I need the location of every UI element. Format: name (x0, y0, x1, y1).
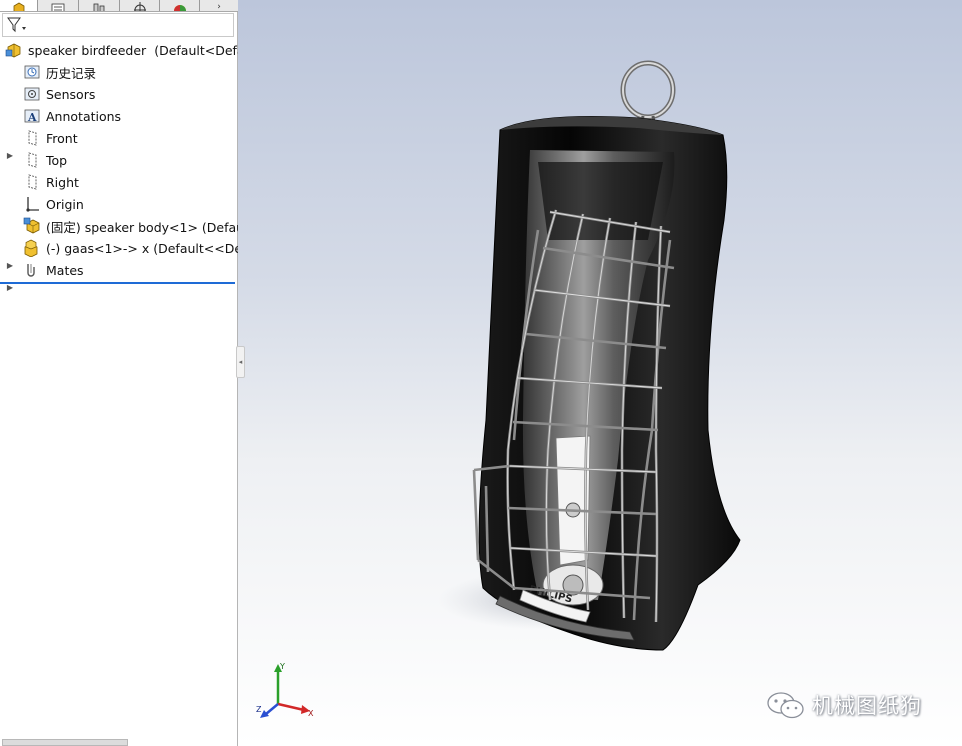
tree-item-speaker-body[interactable]: (固定) speaker body<1> (Defaul (22, 215, 248, 237)
expand-speaker-body-arrow[interactable]: ▶ (6, 254, 14, 276)
property-manager-icon (51, 3, 65, 11)
tab-feature-manager[interactable] (0, 0, 38, 11)
tree-item-label: Top (46, 152, 68, 168)
display-manager-icon (173, 5, 186, 11)
tree-item-annotations[interactable]: A Annotations (22, 105, 121, 127)
panel-tab-strip: › (0, 0, 238, 12)
tab-property-manager[interactable] (38, 0, 79, 11)
assembly-icon (4, 40, 24, 60)
funnel-filter-icon[interactable] (7, 17, 27, 33)
tree-item-label: Right (46, 174, 79, 190)
view-orientation-triad: Y X Z (256, 662, 314, 718)
tab-configuration-manager[interactable] (79, 0, 120, 11)
panel-horizontal-scrollbar[interactable] (2, 739, 128, 746)
watermark: 机械图纸狗 (766, 690, 922, 720)
plane-icon (22, 128, 42, 148)
panel-collapse-handle[interactable]: ◂ (236, 346, 245, 378)
configuration-manager-icon (93, 3, 105, 11)
tree-root-assembly[interactable]: speaker birdfeeder (Default<Defau (4, 39, 253, 61)
tree-item-history[interactable]: 历史记录 (22, 61, 96, 83)
plane-icon (22, 172, 42, 192)
tree-item-mates[interactable]: Mates (22, 259, 84, 281)
tree-item-label: Front (46, 130, 78, 146)
subassembly-icon (22, 238, 42, 258)
triad-y-label: Y (279, 662, 285, 671)
graphics-viewport[interactable]: PHILIPS Y X Z 机械图纸狗 (238, 0, 962, 746)
tree-item-label: (-) gaas<1>-> x (Default<<Defa (46, 240, 255, 256)
dimxpert-icon (133, 2, 146, 11)
tab-overflow-arrow[interactable]: › (200, 0, 238, 11)
mates-icon (22, 260, 42, 280)
tree-item-label: Annotations (46, 108, 122, 124)
root-name: speaker birdfeeder (28, 42, 147, 58)
annotations-icon: A (22, 106, 42, 126)
tree-item-gaas-subassembly[interactable]: (-) gaas<1>-> x (Default<<Defa (22, 237, 254, 259)
tree-item-label: Origin (46, 196, 84, 212)
tab-dimxpert[interactable] (120, 0, 160, 11)
tree-item-origin[interactable]: Origin (22, 193, 84, 215)
triad-z-label: Z (256, 705, 262, 714)
expand-gaas-arrow[interactable]: ▶ (6, 276, 14, 298)
tree-item-sensors[interactable]: Sensors (22, 83, 95, 105)
tree-item-label: (固定) speaker body<1> (Defaul (46, 219, 248, 235)
watermark-text: 机械图纸狗 (812, 694, 922, 718)
origin-icon (22, 194, 42, 214)
tree-filter-bar[interactable] (2, 13, 234, 37)
tree-item-right-plane[interactable]: Right (22, 171, 79, 193)
tree-item-label: 历史记录 (46, 65, 97, 81)
sensors-icon (22, 84, 42, 104)
triad-x-label: X (308, 709, 314, 718)
svg-text:A: A (27, 111, 37, 124)
expand-annotations-arrow[interactable]: ▶ (6, 144, 14, 166)
tree-end-divider (0, 282, 235, 284)
history-folder-icon (22, 62, 42, 82)
tree-item-label: Sensors (46, 86, 96, 102)
feature-manager-panel: › speaker birdfeeder (Default<Defau 历史记录 (0, 0, 254, 746)
tree-item-label: Mates (46, 262, 84, 278)
tree-item-top-plane[interactable]: Top (22, 149, 67, 171)
feature-manager-icon (13, 2, 24, 11)
part-icon (22, 216, 42, 236)
plane-icon (22, 150, 42, 170)
wechat-icon (767, 692, 804, 719)
speaker-birdfeeder-model[interactable]: PHILIPS (238, 0, 962, 746)
tab-display-manager[interactable] (160, 0, 200, 11)
tree-item-front-plane[interactable]: Front (22, 127, 78, 149)
